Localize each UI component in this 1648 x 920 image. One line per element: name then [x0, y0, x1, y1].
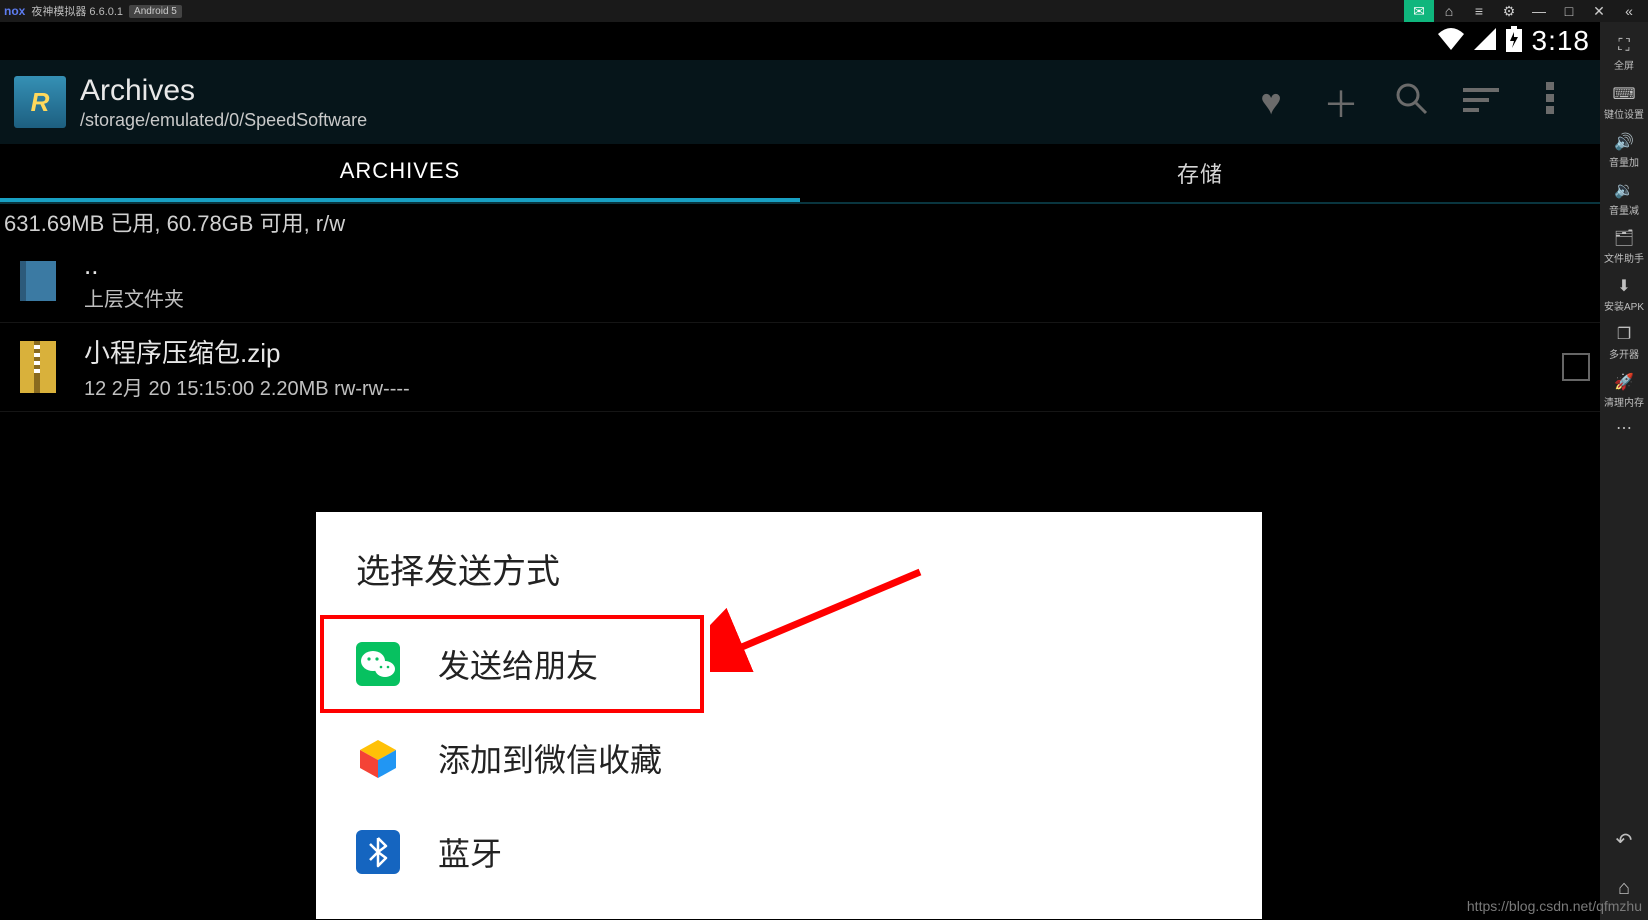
maximize-button[interactable]: □ [1554, 0, 1584, 22]
favorite-button[interactable]: ♥ [1236, 67, 1306, 137]
opt-label: 蓝牙 [438, 829, 502, 875]
search-button[interactable] [1376, 67, 1446, 137]
file-icon: 🗂 [1614, 228, 1634, 248]
overflow-button[interactable] [1516, 67, 1586, 137]
android-home-button[interactable]: ⌂ [1618, 877, 1630, 900]
tab-bar: ARCHIVES 存储 [0, 144, 1600, 204]
opt-label: 发送给朋友 [438, 641, 598, 687]
row-name: .. [84, 250, 184, 281]
add-button[interactable]: ＋ [1306, 67, 1376, 137]
file-row[interactable]: 小程序压缩包.zip 12 2月 20 15:15:00 2.20MB rw-r… [0, 323, 1600, 412]
heart-icon: ♥ [1260, 81, 1281, 123]
search-icon [1393, 80, 1429, 125]
android-badge: Android 5 [129, 5, 182, 18]
tab-storage[interactable]: 存储 [800, 144, 1600, 202]
tool-keymap[interactable]: ⌨键位设置 [1600, 78, 1648, 126]
row-name: 小程序压缩包.zip [84, 333, 410, 370]
tool-clear-memory[interactable]: 🚀清理内存 [1600, 366, 1648, 414]
status-bar: 3:18 [0, 22, 1600, 60]
tab-archives[interactable]: ARCHIVES [0, 144, 800, 202]
wifi-icon [1438, 28, 1464, 55]
multi-icon: ❐ [1617, 324, 1631, 344]
tool-volume-down[interactable]: 🔉音量减 [1600, 174, 1648, 222]
share-dialog: 选择发送方式 发送给朋友 添加到微信收藏 蓝牙 [316, 512, 1262, 919]
app-icon[interactable]: R [14, 76, 66, 128]
parent-folder-row[interactable]: .. 上层文件夹 [0, 240, 1600, 323]
android-screen: 3:18 R Archives /storage/emulated/0/Spee… [0, 22, 1600, 920]
tool-fullscreen[interactable]: ⛶全屏 [1600, 30, 1648, 78]
emulator-side-toolbar: ⛶全屏 ⌨键位设置 🔊音量加 🔉音量减 🗂文件助手 ⬇安装APK ❐多开器 🚀清… [1600, 22, 1648, 920]
cube-icon [356, 736, 400, 780]
fullscreen-icon: ⛶ [1618, 37, 1629, 55]
mail-icon[interactable]: ✉ [1404, 0, 1434, 22]
tool-multi-instance[interactable]: ❐多开器 [1600, 318, 1648, 366]
plus-icon: ＋ [1323, 76, 1359, 128]
emulator-title: 夜神模拟器 6.6.0.1 [31, 3, 123, 19]
settings-icon[interactable]: ⚙ [1494, 0, 1524, 22]
minimize-button[interactable]: — [1524, 0, 1554, 22]
share-opt-bluetooth[interactable]: 蓝牙 [316, 805, 1262, 899]
close-button[interactable]: ✕ [1584, 0, 1614, 22]
share-opt-wechat-friend[interactable]: 发送给朋友 [316, 617, 1262, 711]
row-checkbox[interactable] [1562, 353, 1590, 381]
overflow-icon [1546, 80, 1556, 125]
download-icon: ⬇ [1617, 276, 1630, 296]
nox-logo: nox [4, 4, 25, 18]
keyboard-icon: ⌨ [1612, 84, 1635, 104]
signal-icon [1474, 28, 1496, 55]
tool-volume-up[interactable]: 🔊音量加 [1600, 126, 1648, 174]
app-bar: R Archives /storage/emulated/0/SpeedSoft… [0, 60, 1600, 144]
tool-install-apk[interactable]: ⬇安装APK [1600, 270, 1648, 318]
clock-text: 3:18 [1532, 25, 1591, 57]
sort-button[interactable] [1446, 67, 1516, 137]
volume-down-icon: 🔉 [1614, 180, 1634, 200]
folder-icon [10, 253, 66, 309]
menu-icon[interactable]: ≡ [1464, 0, 1494, 22]
battery-icon [1506, 26, 1522, 57]
app-title: Archives [80, 74, 367, 108]
zip-icon [10, 339, 66, 395]
tool-file-helper[interactable]: 🗂文件助手 [1600, 222, 1648, 270]
storage-info-text: 631.69MB 已用, 60.78GB 可用, r/w [0, 204, 1600, 240]
dialog-title: 选择发送方式 [316, 544, 1262, 617]
collapse-button[interactable]: « [1614, 0, 1644, 22]
android-back-button[interactable]: ↶ [1616, 828, 1633, 853]
emulator-titlebar: nox 夜神模拟器 6.6.0.1 Android 5 ✉ ⌂ ≡ ⚙ — □ … [0, 0, 1648, 22]
row-meta: 12 2月 20 15:15:00 2.20MB rw-rw---- [84, 372, 410, 401]
app-path: /storage/emulated/0/SpeedSoftware [80, 110, 367, 131]
rocket-icon: 🚀 [1614, 372, 1634, 392]
opt-label: 添加到微信收藏 [438, 735, 662, 781]
wechat-icon [356, 642, 400, 686]
home-icon[interactable]: ⌂ [1434, 0, 1464, 22]
more-icon[interactable]: ⋯ [1616, 418, 1632, 438]
watermark-text: https://blog.csdn.net/qfmzhu [1467, 898, 1642, 914]
row-meta: 上层文件夹 [84, 283, 184, 312]
sort-icon [1463, 81, 1499, 123]
volume-up-icon: 🔊 [1614, 132, 1634, 152]
share-opt-wechat-favorite[interactable]: 添加到微信收藏 [316, 711, 1262, 805]
bluetooth-icon [356, 830, 400, 874]
